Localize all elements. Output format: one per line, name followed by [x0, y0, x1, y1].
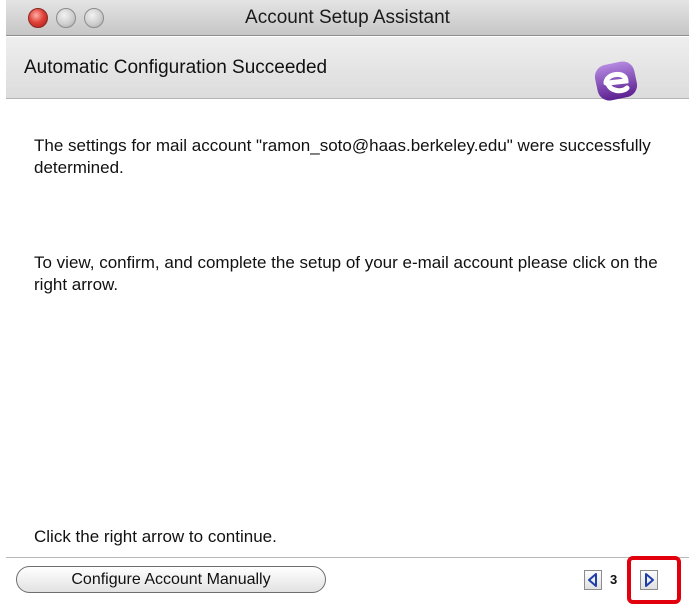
page-title: Automatic Configuration Succeeded: [24, 57, 328, 78]
footer-divider: [6, 557, 689, 558]
previous-button[interactable]: [584, 570, 602, 590]
page-number: 3: [610, 572, 618, 587]
left-arrow-icon: [588, 573, 597, 587]
instructions-message: To view, confirm, and complete the setup…: [34, 253, 658, 294]
header-band: Automatic Configuration Succeeded: [6, 37, 689, 101]
window-title: Account Setup Assistant: [245, 7, 450, 28]
next-button-highlight: [627, 556, 681, 604]
entourage-logo-icon: [594, 61, 638, 101]
continue-message: Click the right arrow to continue.: [34, 527, 277, 546]
configure-manually-button[interactable]: Configure Account Manually: [16, 566, 326, 593]
account-setup-window: Account Setup Assistant Automatic Config…: [0, 0, 691, 608]
title-bar: Account Setup Assistant: [6, 0, 689, 36]
settings-determined-message: The settings for mail account "ramon_sot…: [34, 136, 651, 177]
